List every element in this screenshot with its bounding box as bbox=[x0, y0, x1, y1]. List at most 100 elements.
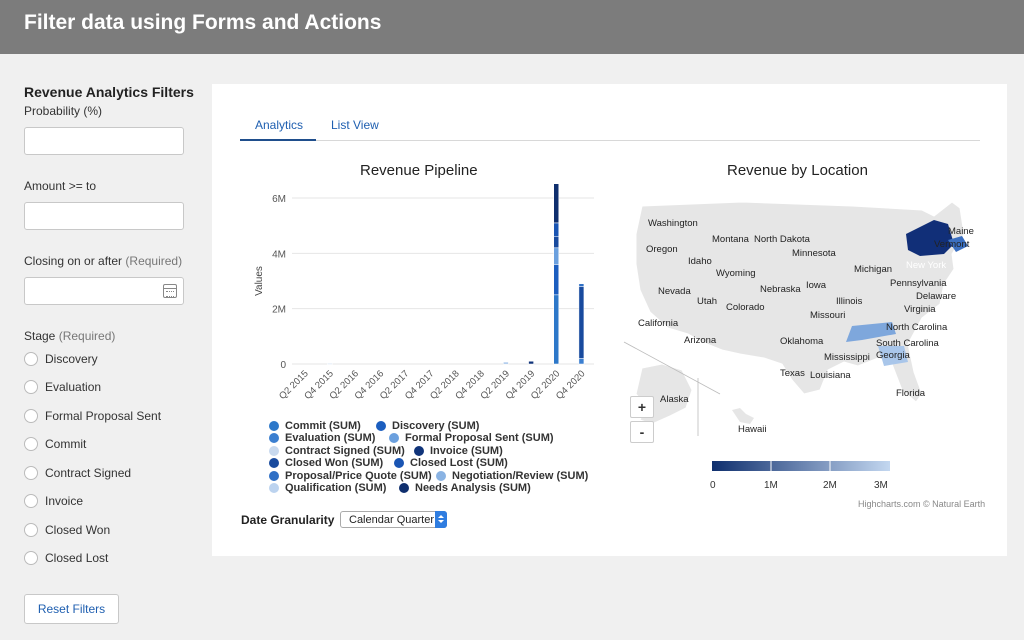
map-credits-link[interactable]: Highcharts.com © Natural Earth bbox=[858, 499, 985, 509]
location-chart-title: Revenue by Location bbox=[727, 162, 868, 179]
stage-required-text: (Required) bbox=[58, 329, 116, 343]
radio-button[interactable] bbox=[24, 380, 38, 394]
state-label-georgia: Georgia bbox=[876, 350, 911, 361]
bar-segment bbox=[553, 222, 559, 237]
stage-option-label: Evaluation bbox=[45, 380, 102, 394]
stage-option-closed-won[interactable]: Closed Won bbox=[24, 522, 110, 538]
legend-item[interactable]: Commit (SUM) bbox=[269, 420, 361, 432]
state-label-colorado: Colorado bbox=[726, 302, 765, 313]
legend-label: Formal Proposal Sent (SUM) bbox=[405, 432, 554, 445]
y-axis-title: Values bbox=[254, 266, 265, 296]
bar-segment bbox=[578, 283, 585, 287]
date-granularity-value: Calendar Quarter bbox=[349, 514, 434, 526]
color-axis-gradient bbox=[712, 461, 890, 471]
legend-label: Proposal/Price Quote (SUM) bbox=[285, 469, 432, 482]
map-zoom-out-button[interactable]: - bbox=[630, 421, 654, 443]
state-label-pennsylvania: Pennsylvania bbox=[890, 278, 947, 289]
date-granularity-select[interactable]: Calendar Quarter bbox=[340, 511, 447, 528]
legend-label: Needs Analysis (SUM) bbox=[415, 482, 531, 494]
stage-option-evaluation[interactable]: Evaluation bbox=[24, 379, 101, 395]
legend-item[interactable]: Qualification (SUM) bbox=[269, 482, 386, 494]
radio-button[interactable] bbox=[24, 409, 38, 423]
legend-label: Qualification (SUM) bbox=[285, 482, 387, 494]
tab-analytics[interactable]: Analytics bbox=[255, 118, 303, 132]
state-label-oklahoma: Oklahoma bbox=[780, 336, 824, 347]
state-label-oregon: Oregon bbox=[646, 244, 678, 255]
stage-option-discovery[interactable]: Discovery bbox=[24, 351, 98, 367]
bar-segment bbox=[553, 247, 559, 265]
legend-symbol bbox=[269, 445, 279, 456]
color-axis-label-3m: 3M bbox=[874, 480, 888, 491]
legend-item[interactable]: Closed Won (SUM) bbox=[269, 457, 383, 469]
radio-button[interactable] bbox=[24, 551, 38, 565]
legend-item[interactable]: Needs Analysis (SUM) bbox=[399, 482, 531, 494]
state-label-missouri: Missouri bbox=[810, 310, 845, 321]
radio-button[interactable] bbox=[24, 466, 38, 480]
reset-filters-button[interactable]: Reset Filters bbox=[24, 594, 119, 624]
stage-option-formal-proposal-sent[interactable]: Formal Proposal Sent bbox=[24, 408, 161, 424]
radio-button[interactable] bbox=[24, 523, 38, 537]
legend-symbol bbox=[376, 421, 386, 431]
state-label-wyoming: Wyoming bbox=[716, 268, 756, 279]
state-label-delaware: Delaware bbox=[916, 291, 956, 302]
y-tick-label: 2M bbox=[272, 305, 286, 316]
y-tick-label: 0 bbox=[280, 360, 286, 371]
revenue-by-location-map[interactable]: Washington Oregon California Nevada Idah… bbox=[622, 194, 992, 444]
state-label-michigan: Michigan bbox=[854, 264, 892, 275]
y-tick-label: 6M bbox=[272, 194, 286, 205]
state-label-texas: Texas bbox=[780, 368, 805, 379]
state-label-washington: Washington bbox=[648, 218, 698, 229]
closing-date-label: Closing on or after (Required) bbox=[24, 254, 182, 268]
stage-option-label: Invoice bbox=[45, 494, 84, 508]
state-label-south-carolina: South Carolina bbox=[876, 338, 940, 349]
bar-segment bbox=[327, 363, 333, 365]
legend-item[interactable]: Proposal/Price Quote (SUM) bbox=[269, 470, 432, 482]
tab-list-view[interactable]: List View bbox=[331, 118, 379, 132]
state-label-new-york: New York bbox=[906, 260, 946, 271]
calendar-icon[interactable] bbox=[163, 284, 177, 298]
state-label-nevada: Nevada bbox=[658, 286, 691, 297]
state-label-maine: Maine bbox=[948, 226, 974, 237]
state-label-alaska: Alaska bbox=[660, 394, 689, 405]
legend-item[interactable]: Contract Signed (SUM) bbox=[269, 445, 405, 457]
state-label-iowa: Iowa bbox=[806, 280, 827, 291]
date-granularity-label: Date Granularity bbox=[241, 513, 335, 527]
legend-item[interactable]: Closed Lost (SUM) bbox=[394, 457, 508, 469]
legend-symbol bbox=[269, 470, 279, 481]
stage-option-contract-signed[interactable]: Contract Signed bbox=[24, 465, 131, 481]
legend-label: Negotiation/Review (SUM) bbox=[452, 469, 589, 482]
stage-option-commit[interactable]: Commit bbox=[24, 436, 86, 452]
legend-symbol bbox=[269, 421, 279, 431]
probability-label: Probability (%) bbox=[24, 104, 103, 118]
legend-symbol bbox=[389, 433, 399, 444]
legend-label: Contract Signed (SUM) bbox=[285, 444, 405, 457]
probability-input[interactable] bbox=[24, 127, 184, 155]
radio-button[interactable] bbox=[24, 352, 38, 366]
analytics-panel: Analytics List View Revenue Pipeline 0 2M… bbox=[212, 84, 1007, 556]
stage-option-label: Commit bbox=[45, 437, 87, 451]
legend-item[interactable]: Evaluation (SUM) bbox=[269, 432, 375, 444]
filters-title: Revenue Analytics Filters bbox=[24, 84, 194, 100]
bar-segment bbox=[553, 294, 559, 365]
state-label-louisiana: Louisiana bbox=[810, 370, 851, 381]
legend-item[interactable]: Invoice (SUM) bbox=[414, 445, 503, 457]
legend-item[interactable]: Discovery (SUM) bbox=[376, 420, 479, 432]
legend-label: Invoice (SUM) bbox=[430, 444, 503, 457]
color-axis-label-2m: 2M bbox=[823, 480, 837, 491]
radio-button[interactable] bbox=[24, 494, 38, 508]
bar-segment bbox=[553, 264, 559, 296]
stage-option-invoice[interactable]: Invoice bbox=[24, 493, 83, 509]
page-title: Filter data using Forms and Actions bbox=[24, 11, 382, 34]
radio-button[interactable] bbox=[24, 437, 38, 451]
state-label-vermont: Vermont bbox=[934, 239, 970, 250]
legend-symbol bbox=[269, 433, 279, 444]
legend-item[interactable]: Formal Proposal Sent (SUM) bbox=[389, 432, 554, 444]
map-zoom-in-button[interactable]: + bbox=[630, 396, 654, 418]
state-label-mississippi: Mississippi bbox=[824, 352, 870, 363]
amount-input[interactable] bbox=[24, 202, 184, 230]
closing-date-input[interactable] bbox=[24, 277, 184, 305]
stage-option-closed-lost[interactable]: Closed Lost bbox=[24, 550, 108, 566]
legend-item[interactable]: Negotiation/Review (SUM) bbox=[436, 470, 588, 482]
stage-option-label: Formal Proposal Sent bbox=[45, 409, 162, 423]
active-tab-indicator bbox=[240, 139, 316, 141]
